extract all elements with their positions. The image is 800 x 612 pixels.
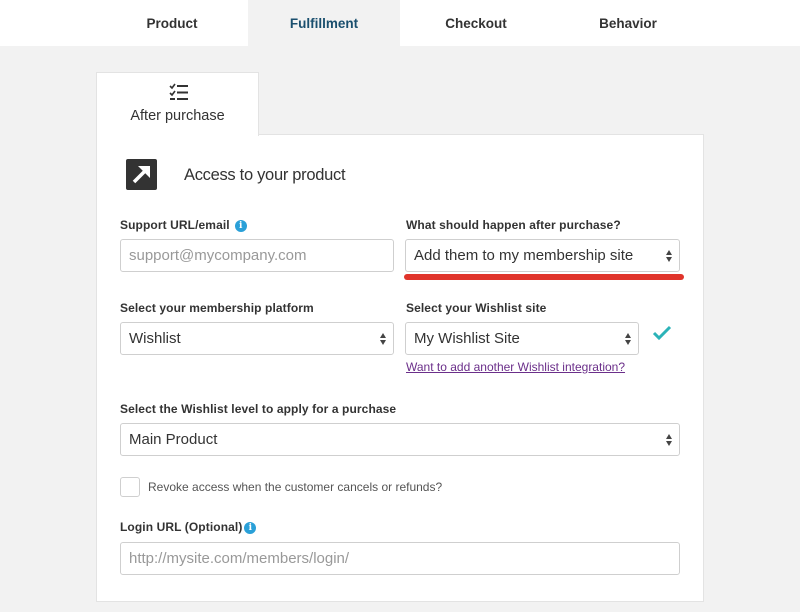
revoke-label: Revoke access when the customer cancels … xyxy=(148,480,443,494)
select-arrows-icon xyxy=(625,332,632,346)
login-label-text: Login URL (Optional) xyxy=(120,520,243,534)
top-navigation: Product Fulfillment Checkout Behavior xyxy=(0,0,800,46)
platform-label: Select your membership platform xyxy=(120,301,314,315)
wishlist-level-label: Select the Wishlist level to apply for a… xyxy=(120,402,397,416)
wishlist-site-select[interactable]: My Wishlist Site xyxy=(405,322,639,355)
select-arrows-icon xyxy=(380,332,387,346)
subtab-label: After purchase xyxy=(130,108,225,124)
add-wishlist-integration-link[interactable]: Want to add another Wishlist integration… xyxy=(406,360,625,374)
wishlist-level-select[interactable]: Main Product xyxy=(120,423,680,456)
tab-fulfillment[interactable]: Fulfillment xyxy=(248,0,400,46)
wishlist-level-value: Main Product xyxy=(129,431,218,448)
checkmark-icon xyxy=(652,325,672,346)
info-icon[interactable]: i xyxy=(244,522,257,534)
highlight-underline xyxy=(404,274,684,280)
platform-value: Wishlist xyxy=(129,330,181,347)
subtab-after-purchase[interactable]: After purchase xyxy=(96,72,259,136)
after-purchase-label: What should happen after purchase? xyxy=(406,218,621,232)
tab-checkout[interactable]: Checkout xyxy=(400,0,552,46)
wishlist-site-value: My Wishlist Site xyxy=(414,330,520,347)
after-purchase-select[interactable]: Add them to my membership site xyxy=(405,239,680,272)
after-purchase-value: Add them to my membership site xyxy=(414,247,634,264)
tab-product[interactable]: Product xyxy=(96,0,248,46)
select-arrows-icon xyxy=(666,249,673,263)
tab-behavior[interactable]: Behavior xyxy=(552,0,704,46)
support-url-input[interactable]: support@mycompany.com xyxy=(120,239,394,272)
support-label: Support URL/email i xyxy=(120,218,247,232)
platform-select[interactable]: Wishlist xyxy=(120,322,394,355)
external-link-arrow-icon xyxy=(126,159,157,190)
wishlist-site-label: Select your Wishlist site xyxy=(406,301,547,315)
revoke-checkbox[interactable] xyxy=(120,477,140,497)
login-url-label: Login URL (Optional) i xyxy=(120,520,257,534)
section-title: Access to your product xyxy=(184,166,346,184)
info-icon[interactable]: i xyxy=(234,220,247,232)
checklist-icon xyxy=(169,83,189,106)
login-url-input[interactable]: http://mysite.com/members/login/ xyxy=(120,542,680,575)
select-arrows-icon xyxy=(666,433,673,447)
support-label-text: Support URL/email xyxy=(120,218,230,232)
